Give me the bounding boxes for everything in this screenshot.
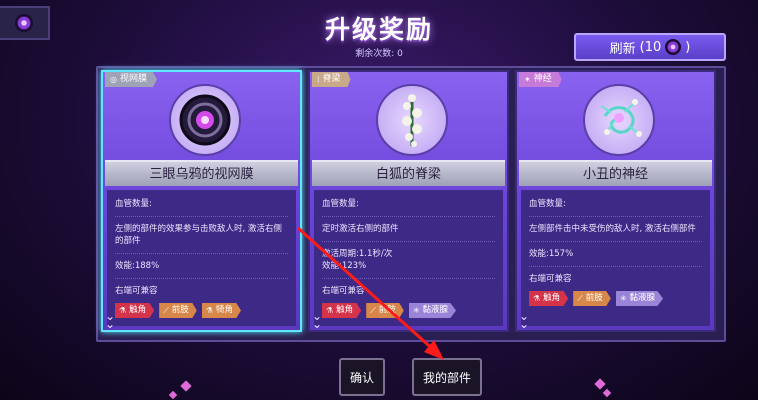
compat-pill[interactable]: ⟋ 前肢 [573,291,611,306]
part-details: 血管数量: 左侧的部件的效果参与击败敌人时, 激活右侧的部件 效能:188% 右… [107,190,296,326]
part-description: 左侧的部件的效果参与击败敌人时, 激活右侧的部件 [115,224,282,246]
part-icon: ⟋ [370,306,376,315]
part-icon: ⚗ [533,294,541,303]
part-details: 血管数量: 左侧部件击中未受伤的敌人时, 激活右侧部件 效能:157% 右端可兼… [521,190,710,326]
part-stat: 效能:188% [115,261,160,271]
retina-icon: ◎ [110,75,117,84]
part-icon: ✳ [619,294,627,303]
coin-icon [665,39,682,55]
part-icon: ⚗ [326,306,334,315]
reward-card-retina[interactable]: ◎ 视网膜 三眼乌鸦的视网膜 血管数量: 左侧的部件的效果参与击败敌人时, 激活… [101,70,302,332]
part-image-nerve [583,84,655,156]
compat-pill[interactable]: ⚗ 犄角 [201,303,241,318]
refresh-cost-open: (10 [639,39,662,55]
confirm-button[interactable]: 确认 [339,358,385,396]
part-icon: ⟋ [577,294,583,303]
vessel-count: 血管数量: [115,199,152,209]
part-icon: ⟋ [163,306,169,315]
vessel-count: 血管数量: [322,199,359,209]
card-tag: ◎ 视网膜 [105,72,157,87]
vessel-count: 血管数量: [529,199,566,209]
part-details: 血管数量: 定时激活右侧的部件 激活周期:1.1秒/次 效能:123% 右端可兼… [314,190,503,326]
part-icon: ⚗ [205,306,213,315]
part-description: 左侧部件击中未受伤的敌人时, 激活右侧部件 [529,224,696,234]
part-name: 三眼乌鸦的视网膜 [105,160,298,186]
part-icon: ✳ [412,306,420,315]
part-description: 定时激活右侧的部件 [322,224,399,234]
petal-decoration [180,380,192,392]
reward-card-spine[interactable]: ⁞ 脊梁 白狐的脊梁 血管数量: 定时激活右侧的部件 激活周期:1.1秒/次 效… [308,70,509,332]
part-stat: 效能:123% [322,261,367,271]
part-image-retina [169,84,241,156]
refresh-cost-close: ) [685,39,691,55]
refresh-button[interactable]: 刷新 (10 ) [574,33,726,61]
part-icon: ⚗ [119,306,127,315]
part-name: 白狐的脊梁 [312,160,505,186]
chevron-down-icon[interactable]: ⌄ ⌄ [519,310,529,330]
petal-decoration [168,390,178,400]
compat-pill[interactable]: ⟋ 前肢 [366,303,404,318]
spine-icon: ⁞ [317,75,320,84]
part-image-spine [376,84,448,156]
compat-label: 右端可兼容 [115,286,158,296]
compat-pill[interactable]: ⚗ 触角 [529,291,569,306]
compat-pill[interactable]: ✳ 黏液腺 [408,303,457,318]
petal-decoration [594,378,606,390]
compat-pill[interactable]: ✳ 黏液腺 [615,291,664,306]
refresh-label: 刷新 [609,41,636,57]
reward-card-nerve[interactable]: ✶ 神经 小丑的神经 血管数量: 左侧部件击中未受伤的敌人时, 激活右侧部件 效… [515,70,716,332]
nerve-icon: ✶ [524,75,531,84]
compat-label: 右端可兼容 [529,274,572,284]
petal-decoration [602,388,612,398]
activation-period: 激活周期:1.1秒/次 [322,249,393,259]
compat-label: 右端可兼容 [322,286,365,296]
compat-pill[interactable]: ⚗ 触角 [115,303,155,318]
card-tag: ⁞ 脊梁 [312,72,351,87]
part-stat: 效能:157% [529,249,574,259]
card-tag: ✶ 神经 [519,72,562,87]
compat-pill[interactable]: ⟋ 前肢 [159,303,197,318]
compat-pill[interactable]: ⚗ 触角 [322,303,362,318]
chevron-down-icon[interactable]: ⌄ ⌄ [105,310,115,330]
part-name: 小丑的神经 [519,160,712,186]
chevron-down-icon[interactable]: ⌄ ⌄ [312,310,322,330]
my-parts-button[interactable]: 我的部件 [412,358,482,396]
